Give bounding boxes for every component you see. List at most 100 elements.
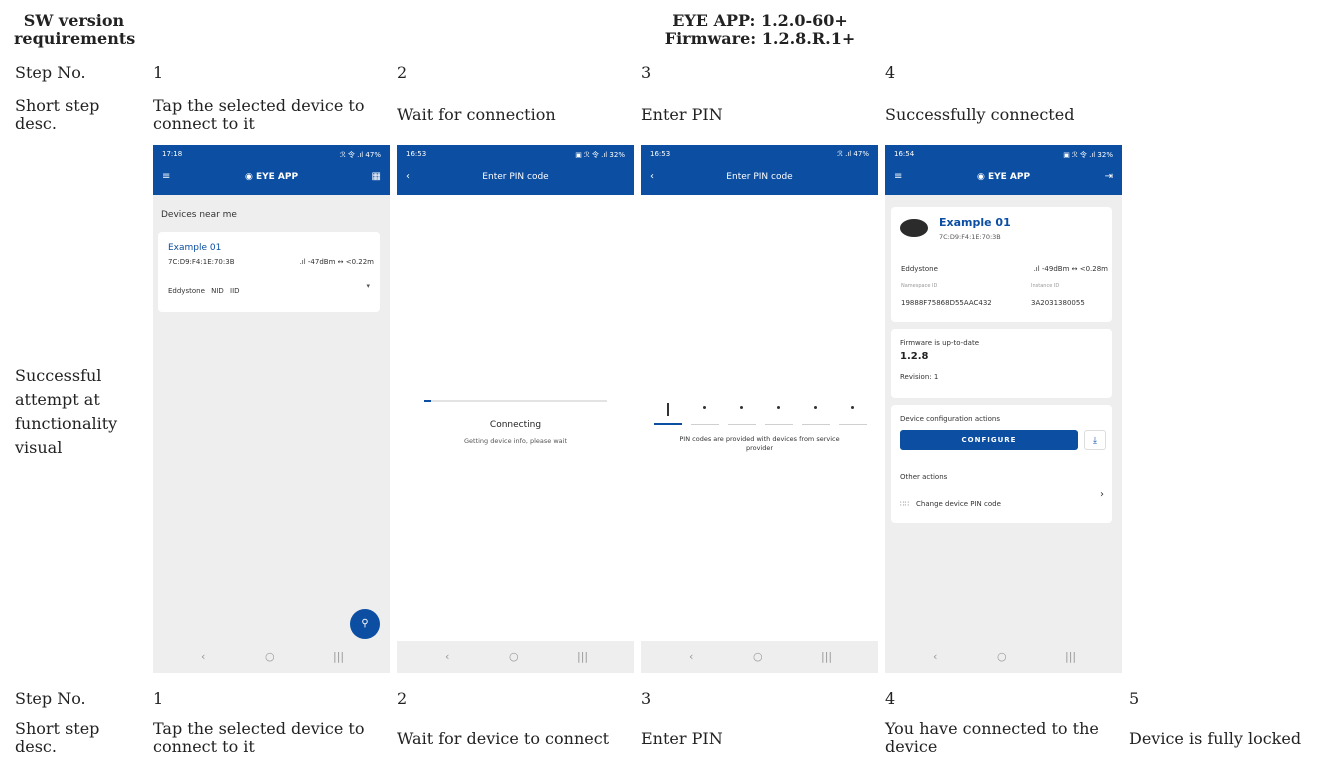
status-time: 16:53 (406, 150, 427, 158)
eye-logo-icon: ◉ (244, 172, 253, 182)
step-description: Tap the selected device to connect to it (153, 719, 365, 756)
device-mac: 7C:D9:F4:1E:70:3B (939, 233, 1001, 241)
step-description: Wait for connection (397, 105, 556, 124)
namespace-value: 19888F75868D55AAC432 (901, 299, 992, 307)
device-card[interactable]: Example 01 7C:D9:F4:1E:70:3B .ıl -47dBm … (158, 232, 380, 312)
change-pin-row[interactable]: ∷∷ Change device PIN code › (900, 489, 1104, 508)
recents-icon[interactable]: ||| (577, 650, 588, 663)
download-button[interactable]: ⤓ (1084, 430, 1106, 450)
sw-requirements-header: SW version requirements (14, 11, 136, 48)
app-title-text: EYE APP (987, 172, 1031, 182)
instance-value: 3A2031380055 (1031, 299, 1085, 307)
device-tags: Eddystone NID IID (168, 287, 240, 295)
change-pin-label: Change device PIN code (916, 500, 1001, 508)
step-description: Enter PIN (641, 105, 723, 124)
home-icon[interactable]: ○ (265, 650, 275, 663)
short-desc-label: Short step desc. (15, 719, 100, 756)
section-title: Devices near me (161, 210, 237, 220)
eye-logo-icon: ◉ (976, 172, 985, 182)
system-nav-bar: ‹ ○ ||| (641, 641, 878, 673)
pin-digit[interactable] (839, 397, 867, 425)
config-actions-title: Device configuration actions (900, 415, 1001, 423)
pin-digit[interactable] (802, 397, 830, 425)
step-number: 3 (641, 63, 652, 82)
tag-iid: IID (230, 287, 240, 295)
step-number: 5 (1129, 689, 1140, 708)
tag-nid: NID (211, 287, 224, 295)
pin-digit[interactable] (765, 397, 793, 425)
device-image (900, 219, 928, 237)
app-title: ◉ EYE APP (153, 172, 390, 182)
device-info-card: Example 01 7C:D9:F4:1E:70:3B Eddystone .… (891, 207, 1112, 322)
phone-screen-connected: 16:54 ▣ ℛ 令 .ıl 32% ≡ ◉ EYE APP ⇥ Exampl… (885, 145, 1122, 673)
connecting-subtitle: Getting device info, please wait (463, 437, 567, 445)
pin-digit[interactable] (728, 397, 756, 425)
pin-cursor (667, 403, 669, 416)
search-icon: ⚲ (361, 618, 369, 629)
back-icon[interactable]: ‹ (201, 650, 205, 663)
phone-screen-enter-pin: 16:53 ℛ .ıl 47% ‹ Enter PIN code PIN cod… (641, 145, 878, 673)
configure-button[interactable]: CONFIGURE (900, 430, 1078, 450)
device-name: Example 01 (168, 243, 222, 253)
pin-input[interactable] (654, 397, 867, 425)
home-icon[interactable]: ○ (509, 650, 519, 663)
status-icons: ℛ 令 .ıl 47% (340, 151, 381, 159)
pin-note: PIN codes are provided with devices from… (679, 435, 840, 452)
tag-eddystone: Eddystone (168, 287, 205, 295)
step-no-label: Step No. (15, 689, 86, 708)
firmware-status: Firmware is up-to-date (900, 339, 979, 347)
status-icons: ▣ ℛ 令 .ıl 32% (575, 151, 625, 159)
app-title: Enter PIN code (726, 172, 793, 182)
firmware-revision: Revision: 1 (900, 373, 939, 381)
status-time: 16:54 (894, 150, 915, 158)
expand-icon[interactable]: ▾ (366, 282, 370, 290)
download-icon: ⤓ (1093, 436, 1097, 446)
app-bar: ≡ ◉ EYE APP ⇥ (885, 163, 1122, 195)
pin-underline (654, 423, 682, 425)
status-bar: 16:53 ▣ ℛ 令 .ıl 32% (397, 145, 634, 163)
phone-screen-connecting: 16:53 ▣ ℛ 令 .ıl 32% ‹ Enter PIN code Con… (397, 145, 634, 673)
back-icon[interactable]: ‹ (689, 650, 693, 663)
status-bar: 16:53 ℛ .ıl 47% (641, 145, 878, 163)
status-time: 17:18 (162, 150, 183, 158)
qr-scan-icon[interactable]: ▦ (372, 171, 381, 182)
app-bar: ≡ ◉ EYE APP ▦ (153, 163, 390, 195)
app-title-text: EYE APP (255, 172, 299, 182)
other-actions-title: Other actions (900, 473, 948, 481)
keypad-icon: ∷∷ (900, 500, 909, 508)
back-icon[interactable]: ‹ (933, 650, 937, 663)
app-title: Enter PIN code (482, 172, 549, 182)
status-time: 16:53 (650, 150, 671, 158)
app-bar: ‹ Enter PIN code (641, 163, 878, 195)
back-icon[interactable]: ‹ (445, 650, 449, 663)
step-description: Tap the selected device to connect to it (153, 96, 365, 133)
recents-icon[interactable]: ||| (821, 650, 832, 663)
step-description: Successfully connected (885, 105, 1075, 124)
status-icons: ▣ ℛ 令 .ıl 32% (1063, 151, 1113, 159)
home-icon[interactable]: ○ (753, 650, 763, 663)
connecting-title: Connecting (489, 420, 542, 430)
progress-fill (424, 400, 431, 402)
recents-icon[interactable]: ||| (333, 650, 344, 663)
firmware-version: Firmware: 1.2.8.R.1+ (664, 29, 856, 48)
pin-digit-active[interactable] (654, 397, 682, 425)
recents-icon[interactable]: ||| (1065, 650, 1076, 663)
search-fab[interactable]: ⚲ (350, 609, 380, 639)
home-icon[interactable]: ○ (997, 650, 1007, 663)
step-number: 1 (153, 63, 164, 82)
short-desc-label: Short step desc. (15, 96, 100, 133)
step-no-label: Step No. (15, 63, 86, 82)
progress-track (424, 400, 607, 402)
status-icons: ℛ .ıl 47% (837, 150, 869, 158)
app-title: ◉ EYE APP (885, 172, 1122, 182)
firmware-card: Firmware is up-to-date 1.2.8 Revision: 1 (891, 329, 1112, 398)
system-nav-bar: ‹ ○ ||| (397, 641, 634, 673)
pin-digit[interactable] (691, 397, 719, 425)
visual-row-label: Successful attempt at functionality visu… (15, 366, 118, 457)
step-number: 3 (641, 689, 652, 708)
step-number: 2 (397, 63, 408, 82)
device-signal: .ıl -47dBm ↔ <0.22m (299, 258, 374, 266)
configure-label: CONFIGURE (961, 436, 1017, 444)
step-description: Device is fully locked (1129, 729, 1302, 748)
logout-icon[interactable]: ⇥ (1105, 171, 1113, 182)
